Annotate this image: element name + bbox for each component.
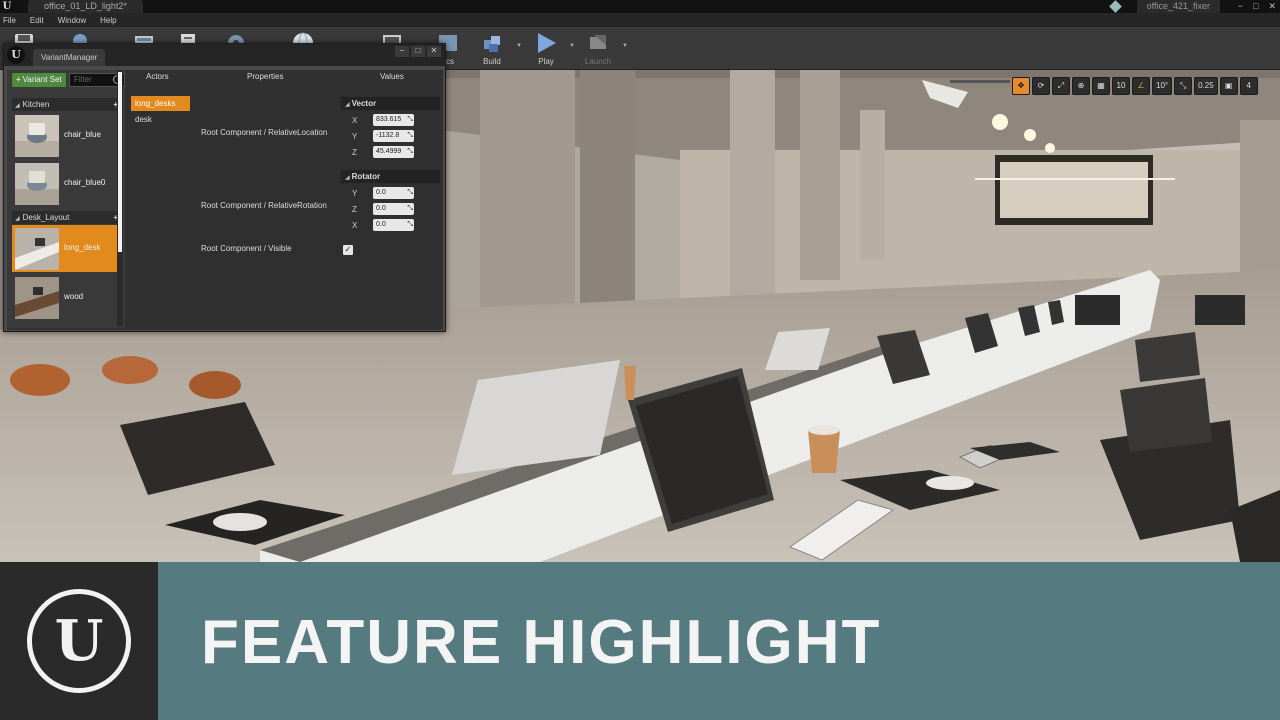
variant-manager-window: U VariantManager − □ ✕ + Variant Set Filt… xyxy=(3,43,446,332)
build-options-arrow-icon[interactable]: ▼ xyxy=(516,43,522,49)
unreal-engine-logo: U xyxy=(27,589,131,693)
maximize-button[interactable]: □ xyxy=(1253,0,1258,13)
feature-banner: FEATURE HIGHLIGHT xyxy=(158,562,1280,720)
rotation-snap-toggle[interactable]: ∠ xyxy=(1132,77,1150,95)
rotation-z-field[interactable]: 0.0 ⤡ xyxy=(373,203,414,215)
variant-thumbnail xyxy=(15,277,59,319)
visible-checkbox[interactable]: ✓ xyxy=(343,245,353,255)
drag-handle-icon[interactable]: ⤡ xyxy=(407,187,413,199)
play-button[interactable]: Play xyxy=(524,29,568,67)
panel-close-button[interactable]: ✕ xyxy=(427,46,441,57)
collapse-triangle-icon[interactable]: ◢ xyxy=(15,103,20,109)
variant-sets-panel: + Variant Set Filter ◢ Kitchen + chair_blu… xyxy=(7,70,125,328)
unreal-logo-icon: U xyxy=(7,46,25,64)
panel-minimize-button[interactable]: − xyxy=(395,46,409,57)
build-icon xyxy=(484,36,500,52)
grid-snap-value[interactable]: 10 xyxy=(1112,77,1130,95)
drag-handle-icon[interactable]: ⤡ xyxy=(407,146,413,158)
translate-mode-button[interactable]: ✥ xyxy=(1012,77,1030,95)
property-label: Root Component / Visible xyxy=(201,244,292,253)
project-icon xyxy=(1109,0,1122,13)
add-variant-set-button[interactable]: + Variant Set xyxy=(12,73,66,87)
launch-icon xyxy=(590,35,606,49)
minimize-button[interactable]: − xyxy=(1238,0,1243,13)
variant-set-kitchen[interactable]: ◢ Kitchen + xyxy=(12,98,120,111)
property-label: Root Component / RelativeRotation xyxy=(201,201,327,210)
rotation-x-field[interactable]: 0.0 ⤡ xyxy=(373,219,414,231)
axis-label: X xyxy=(352,116,358,125)
axis-label: X xyxy=(352,221,358,230)
scale-mode-button[interactable]: ⤢ xyxy=(1052,77,1070,95)
actors-column-header: Actors xyxy=(146,72,169,81)
menu-help[interactable]: Help xyxy=(100,16,116,25)
location-z-field[interactable]: 45.4999 ⤡ xyxy=(373,146,414,158)
surface-snap-toggle[interactable]: ▦ xyxy=(1092,77,1110,95)
variant-sets-scrollbar[interactable] xyxy=(117,70,123,326)
collapse-triangle-icon[interactable]: ◢ xyxy=(15,216,20,222)
collapse-triangle-icon[interactable]: ◢ xyxy=(345,102,350,108)
property-group-header[interactable]: ◢ Vector xyxy=(341,97,440,110)
launch-options-arrow-icon[interactable]: ▼ xyxy=(622,43,628,49)
banner-title: FEATURE HIGHLIGHT xyxy=(201,608,882,677)
variant-thumbnail xyxy=(15,228,59,270)
panel-maximize-button[interactable]: □ xyxy=(411,46,425,57)
collapse-triangle-icon[interactable]: ◢ xyxy=(345,175,350,181)
variant-thumbnail xyxy=(15,163,59,205)
scale-snap-value[interactable]: 0.25 xyxy=(1194,77,1218,95)
drag-handle-icon[interactable]: ⤡ xyxy=(407,219,413,231)
build-button[interactable]: Build xyxy=(470,29,514,67)
variant-manager-header: U VariantManager − □ ✕ xyxy=(4,44,445,66)
actor-item-selected[interactable]: long_desks xyxy=(131,96,190,111)
property-label: Root Component / RelativeLocation xyxy=(201,128,328,137)
camera-speed-value[interactable]: 4 xyxy=(1239,77,1258,95)
property-group-header[interactable]: ◢ Rotator xyxy=(341,170,440,183)
menu-edit[interactable]: Edit xyxy=(30,16,44,25)
plus-icon: + xyxy=(16,75,21,84)
menu-window[interactable]: Window xyxy=(58,16,86,25)
drag-handle-icon[interactable]: ⤡ xyxy=(407,203,413,215)
rotation-snap-value[interactable]: 10° xyxy=(1152,77,1173,95)
scrollbar-thumb[interactable] xyxy=(118,72,122,252)
rotation-y-field[interactable]: 0.0 ⤡ xyxy=(373,187,414,199)
variant-item[interactable]: wood xyxy=(12,274,120,321)
drag-handle-icon[interactable]: ⤡ xyxy=(407,130,413,142)
banner-logo-block: U xyxy=(0,562,158,720)
location-x-field[interactable]: 833.615 ⤡ xyxy=(373,114,414,126)
variant-item[interactable]: chair_blue xyxy=(12,112,120,159)
rotate-mode-button[interactable]: ⟳ xyxy=(1032,77,1050,95)
variant-item-selected[interactable]: long_desk xyxy=(12,225,120,272)
axis-label: Z xyxy=(352,205,357,214)
variant-set-desk-layout[interactable]: ◢ Desk_Layout + xyxy=(12,211,120,224)
menu-bar: File Edit Window Help xyxy=(0,13,1280,27)
launch-button[interactable]: Launch xyxy=(576,29,620,67)
unreal-logo-icon: U xyxy=(2,1,12,12)
variant-manager-tab[interactable]: VariantManager xyxy=(33,49,106,66)
drag-handle-icon[interactable]: ⤡ xyxy=(407,114,413,126)
play-options-arrow-icon[interactable]: ▼ xyxy=(569,43,575,49)
window-controls: − □ ✕ xyxy=(1238,0,1276,13)
play-icon xyxy=(538,33,556,53)
variant-item[interactable]: chair_blue0 xyxy=(12,160,120,207)
document-tab[interactable]: office_01_LD_light2* xyxy=(28,0,143,13)
actor-item[interactable]: desk xyxy=(131,112,190,127)
axis-label: Y xyxy=(352,132,358,141)
location-y-field[interactable]: -1132.8 ⤡ xyxy=(373,130,414,142)
values-column-header: Values xyxy=(380,72,404,81)
axis-label: Y xyxy=(352,189,358,198)
title-bar: U office_01_LD_light2* office_421_fixer … xyxy=(0,0,1280,13)
scale-snap-toggle[interactable]: ⤡ xyxy=(1174,77,1193,95)
menu-file[interactable]: File xyxy=(3,16,16,25)
axis-label: Z xyxy=(352,148,357,157)
variant-thumbnail xyxy=(15,115,59,157)
world-local-toggle[interactable]: ⊕ xyxy=(1072,77,1090,95)
viewport-tools: ✥ ⟳ ⤢ ⊕ ▦ 10 ∠ 10° ⤡ 0.25 ▣ 4 xyxy=(1012,76,1258,96)
panel-window-controls: − □ ✕ xyxy=(395,46,441,57)
close-window-button[interactable]: ✕ xyxy=(1268,0,1276,13)
camera-speed-icon[interactable]: ▣ xyxy=(1219,77,1238,95)
project-name: office_421_fixer xyxy=(1136,0,1220,13)
properties-column-header: Properties xyxy=(247,72,284,81)
